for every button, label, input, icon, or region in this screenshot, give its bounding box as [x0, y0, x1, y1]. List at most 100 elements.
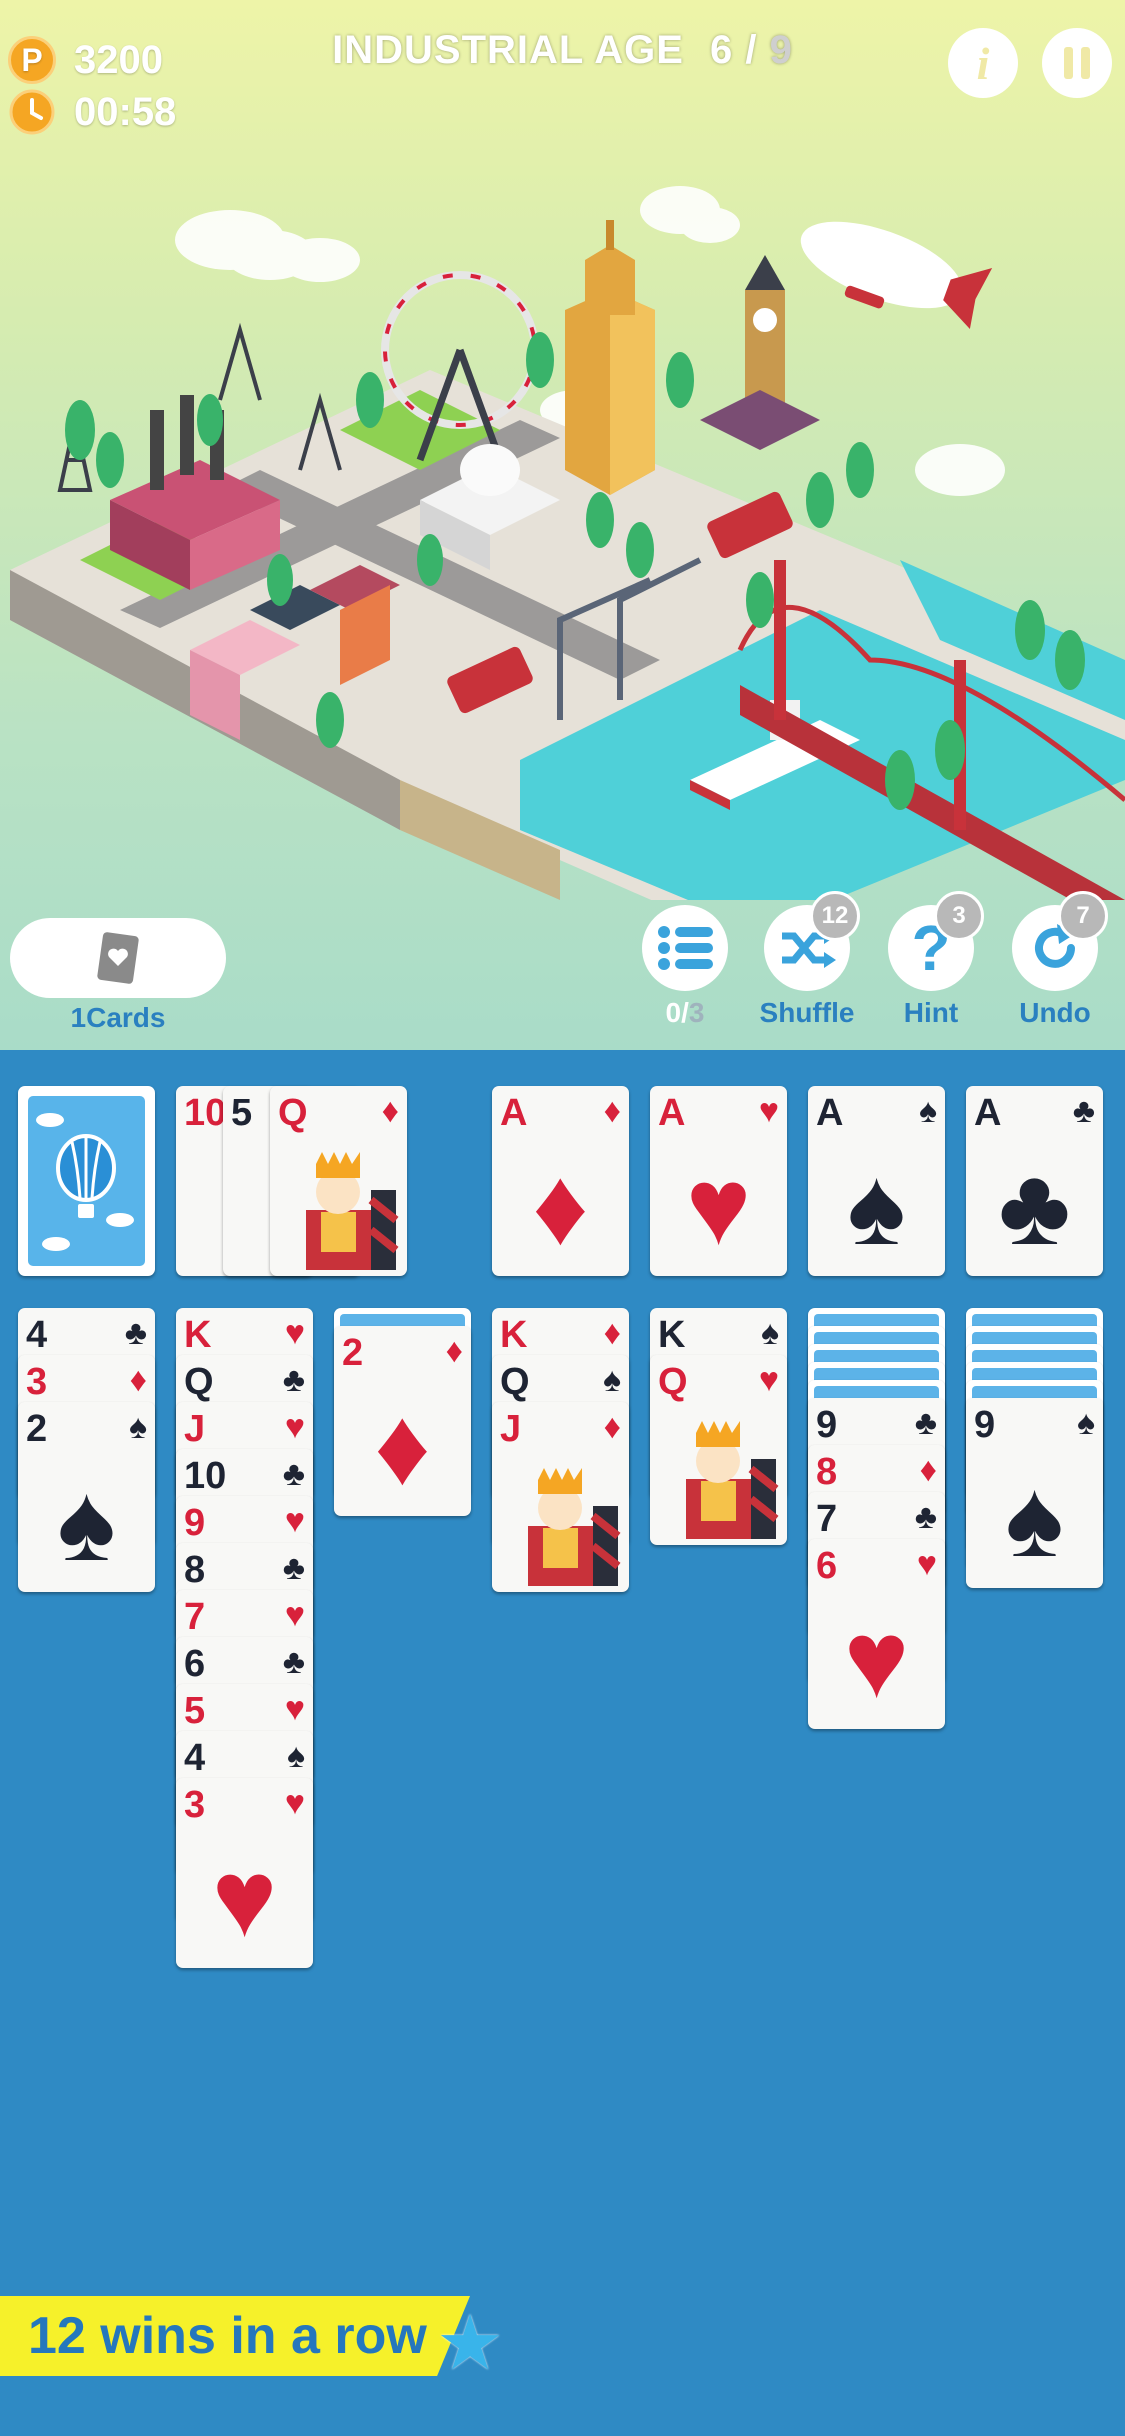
info-icon: i [976, 37, 990, 89]
card-center-suit: ♥ [211, 1837, 278, 1960]
card-rank: 8 [816, 1451, 838, 1493]
card-center-suit: ♦ [374, 1385, 431, 1508]
card-rank: Q [500, 1361, 530, 1403]
win-streak-banner: 12 wins in a row [0, 2296, 470, 2376]
card-back-art [28, 1096, 145, 1266]
card-suit: ♦ [603, 1092, 621, 1130]
star-icon: ★ [436, 2301, 505, 2386]
card-rank: K [184, 1314, 212, 1356]
card-suit: ♥ [916, 1545, 937, 1583]
foundation-pile[interactable]: A ♣ ♣ [966, 1086, 1103, 1276]
card-suit: ♠ [760, 1314, 779, 1352]
card-rank: K [658, 1314, 686, 1356]
timer-value: 00:58 [74, 89, 177, 134]
card-suit: ♠ [128, 1408, 147, 1446]
card-rank: K [500, 1314, 528, 1356]
list-icon [658, 926, 713, 970]
cards-button[interactable] [10, 918, 226, 998]
tableau-card[interactable]: 2 ♦ ♦ [334, 1326, 471, 1516]
undo-button[interactable]: 7 Undo [1000, 891, 1110, 1029]
goals-disc [642, 905, 728, 991]
card-rank: Q [278, 1092, 308, 1134]
card-rank: 4 [184, 1737, 206, 1779]
card-suit: ♣ [1072, 1092, 1095, 1130]
foundation-pile[interactable]: A ♦ ♦ [492, 1086, 629, 1276]
card-rank: 6 [816, 1545, 838, 1587]
cards-label: 1Cards [70, 1002, 166, 1033]
hint-disc: ? 3 [888, 891, 984, 991]
tableau-card[interactable]: 6 ♥ ♥ [808, 1539, 945, 1729]
foundation-pile[interactable]: A ♥ ♥ [650, 1086, 787, 1276]
shuffle-label: Shuffle [759, 997, 855, 1028]
tableau-card[interactable]: Q ♥ [650, 1355, 787, 1545]
card-rank: 5 [184, 1690, 206, 1732]
card-suit: ♥ [758, 1092, 779, 1130]
card-center-suit: ♣ [998, 1145, 1071, 1268]
shuffle-disc: 12 [764, 891, 860, 991]
level-current: 6 [710, 28, 734, 72]
tableau-card[interactable]: 2 ♠ ♠ [18, 1402, 155, 1592]
hint-badge: 3 [934, 891, 984, 941]
card-suit: ♥ [284, 1784, 305, 1822]
card-center-suit: ♦ [532, 1145, 589, 1268]
hint-button[interactable]: ? 3 Hint [876, 891, 986, 1029]
tableau-card[interactable]: 3 ♥ ♥ [176, 1778, 313, 1968]
timer-row: 00:58 [8, 88, 176, 136]
card-suit: ♦ [603, 1314, 621, 1352]
card-table: 10♦5♠Q♦A♦♦A♥♥A♠♠A♣♣4♣3♦2♠♠K♥Q♣J♥10♣9♥8♣7… [0, 1050, 1125, 2436]
card-suit: ♣ [914, 1498, 937, 1536]
pause-icon [1064, 47, 1090, 79]
card-suit: ♥ [284, 1596, 305, 1634]
card-suit: ♥ [284, 1314, 305, 1352]
card-suit: ♠ [602, 1361, 621, 1399]
card-rank: 9 [816, 1404, 838, 1446]
goals-button[interactable]: 0/3 [630, 905, 740, 1029]
card-rank: 4 [26, 1314, 48, 1356]
card-rank: 2 [26, 1408, 48, 1450]
card-suit: ♣ [124, 1314, 147, 1352]
level-name: INDUSTRIAL AGE [332, 28, 684, 72]
goals-total: 3 [688, 997, 705, 1028]
card-suit: ♠ [286, 1737, 305, 1775]
card-rank: J [184, 1408, 206, 1450]
card-center-suit: ♠ [847, 1145, 906, 1268]
card-suit: ♦ [129, 1361, 147, 1399]
goals-sep: / [681, 997, 689, 1028]
goals-progress: 0/3 [630, 997, 740, 1029]
tableau-card[interactable]: 9 ♠ ♠ [966, 1398, 1103, 1588]
goals-count: 0 [665, 997, 682, 1028]
face-card-figure [276, 1150, 401, 1270]
stock-pile[interactable] [18, 1086, 155, 1276]
city-panel: P 3200 00:58 INDUSTRIAL AGE 6 / 9 i 1Car… [0, 0, 1125, 1050]
card-rank: 2 [342, 1332, 364, 1374]
card-rank: Q [184, 1361, 214, 1403]
shuffle-button[interactable]: 12 Shuffle [752, 891, 862, 1029]
level-sep: / [733, 28, 770, 72]
card-rank: 7 [816, 1498, 838, 1540]
card-rank: A [974, 1092, 1002, 1134]
card-rank: 10 [184, 1455, 227, 1497]
tableau-card[interactable]: J ♦ [492, 1402, 629, 1592]
card-rank: 7 [184, 1596, 206, 1638]
foundation-pile[interactable]: A ♠ ♠ [808, 1086, 945, 1276]
card-suit: ♦ [603, 1408, 621, 1446]
card-rank: 10 [184, 1092, 227, 1134]
pause-button[interactable] [1042, 28, 1112, 98]
card-center-suit: ♥ [843, 1598, 910, 1721]
card-suit: ♣ [282, 1455, 305, 1493]
card-rank: 3 [184, 1784, 206, 1826]
card-heart-icon [97, 932, 139, 984]
card-suit: ♣ [282, 1643, 305, 1681]
card-suit: ♣ [914, 1404, 937, 1442]
city-illustration [10, 186, 1125, 900]
card-suit: ♥ [284, 1408, 305, 1446]
card-suit: ♠ [918, 1092, 937, 1130]
card-suit: ♥ [284, 1502, 305, 1540]
card-rank: J [500, 1408, 522, 1450]
info-button[interactable]: i [948, 28, 1018, 98]
waste-card[interactable]: Q ♦ [270, 1086, 407, 1276]
card-rank: Q [658, 1361, 688, 1403]
card-center-suit: ♥ [685, 1145, 752, 1268]
shuffle-badge: 12 [810, 891, 860, 941]
card-rank: A [816, 1092, 844, 1134]
